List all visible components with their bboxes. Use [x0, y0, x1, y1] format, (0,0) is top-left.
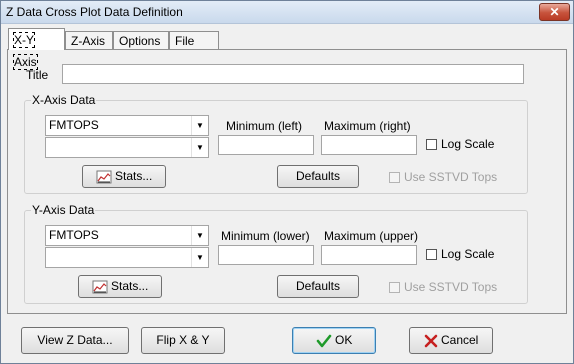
tab-z-axis-label: Z-Axis — [71, 34, 105, 48]
y-max-label: Maximum (upper) — [324, 229, 419, 243]
y-axis-legend: Y-Axis Data — [31, 203, 96, 217]
x-sstvd-checkbox[interactable] — [389, 172, 400, 183]
title-input[interactable] — [62, 64, 524, 84]
x-log-scale-label: Log Scale — [441, 137, 495, 151]
close-icon: ✕ — [549, 5, 560, 19]
x-axis-group: X-Axis Data FMTOPS ▼ ▼ Minimum (left) Ma… — [24, 93, 528, 194]
y-axis-group: Y-Axis Data FMTOPS ▼ ▼ Minimum (lower) M… — [24, 203, 528, 304]
dialog-window: Z Data Cross Plot Data Definition ✕ X-Y … — [0, 0, 574, 364]
y-sstvd-label: Use SSTVD Tops — [404, 280, 498, 294]
y-min-label: Minimum (lower) — [221, 229, 310, 243]
chevron-down-icon: ▼ — [191, 116, 208, 135]
y-stats-button[interactable]: Stats... — [78, 275, 162, 298]
x-max-input[interactable] — [321, 135, 417, 155]
window-title: Z Data Cross Plot Data Definition — [6, 5, 183, 19]
ok-button[interactable]: OK — [292, 327, 376, 354]
y-log-scale-checkbox[interactable] — [426, 249, 437, 260]
title-bar: Z Data Cross Plot Data Definition ✕ — [1, 1, 573, 24]
y-defaults-button[interactable]: Defaults — [277, 275, 359, 298]
y-axis-field-select[interactable]: FMTOPS ▼ — [45, 225, 209, 246]
y-max-input[interactable] — [321, 245, 417, 265]
tab-xy-axis[interactable]: X-Y Axis — [8, 28, 65, 70]
x-axis-field-select[interactable]: FMTOPS ▼ — [45, 115, 209, 136]
chart-icon — [92, 280, 108, 294]
x-axis-legend: X-Axis Data — [31, 93, 97, 107]
tab-file[interactable]: File — [169, 31, 219, 49]
tab-xy-axis-label: X-Y Axis — [13, 32, 38, 70]
tab-options[interactable]: Options — [113, 31, 169, 49]
y-min-input[interactable] — [218, 245, 314, 265]
x-log-scale-checkbox[interactable] — [426, 139, 437, 150]
x-max-label: Maximum (right) — [324, 119, 411, 133]
tab-panel: Title X-Axis Data FMTOPS ▼ ▼ Minimum (le… — [7, 49, 567, 314]
x-sstvd-label: Use SSTVD Tops — [404, 170, 498, 184]
y-axis-secondary-select[interactable]: ▼ — [45, 247, 209, 268]
x-axis-secondary-select[interactable]: ▼ — [45, 137, 209, 158]
x-min-input[interactable] — [218, 135, 314, 155]
tab-z-axis[interactable]: Z-Axis — [65, 31, 113, 49]
tab-file-label: File — [175, 34, 195, 48]
chevron-down-icon: ▼ — [191, 138, 208, 157]
x-defaults-button[interactable]: Defaults — [277, 165, 359, 188]
cancel-button[interactable]: Cancel — [409, 327, 493, 354]
cancel-x-icon — [424, 334, 437, 348]
chart-icon — [96, 170, 112, 184]
close-button[interactable]: ✕ — [539, 3, 570, 21]
chevron-down-icon: ▼ — [191, 226, 208, 245]
x-min-label: Minimum (left) — [226, 119, 303, 133]
flip-xy-button[interactable]: Flip X & Y — [141, 327, 225, 354]
x-stats-button[interactable]: Stats... — [82, 165, 166, 188]
view-z-data-button[interactable]: View Z Data... — [21, 327, 129, 354]
tab-options-label: Options — [119, 34, 161, 48]
y-sstvd-checkbox[interactable] — [389, 282, 400, 293]
y-log-scale-label: Log Scale — [441, 247, 495, 261]
chevron-down-icon: ▼ — [191, 248, 208, 267]
checkmark-icon — [316, 334, 331, 348]
